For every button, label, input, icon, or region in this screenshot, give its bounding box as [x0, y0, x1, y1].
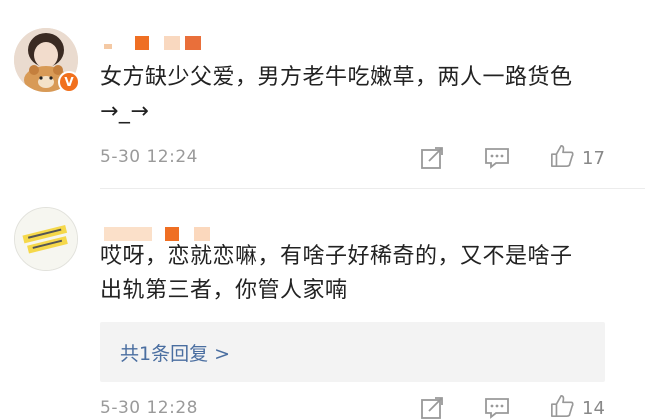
reply-thread-box[interactable]: 共1条回复 >	[100, 322, 605, 382]
user-avatar[interactable]	[14, 207, 78, 271]
username-redacted[interactable]	[104, 227, 211, 241]
like-icon[interactable]	[549, 144, 575, 168]
comment-item: V 女方缺少父爱，男方老牛吃嫩草，两人一路货色→_→ 5-30 12:24 17	[0, 0, 645, 190]
comment-timestamp: 5-30 12:28	[100, 398, 198, 418]
comment-text: 女方缺少父爱，男方老牛吃嫩草，两人一路货色→_→	[100, 65, 573, 124]
like-count: 17	[582, 148, 605, 169]
like-count: 14	[582, 398, 605, 419]
comment-item: 哎呀，恋就恋嘛，有啥子好稀奇的，又不是啥子出轨第三者，你管人家喃 共1条回复 >…	[0, 190, 645, 419]
avatar-sticker-icon	[15, 208, 77, 270]
comment-timestamp: 5-30 12:24	[100, 147, 198, 167]
username-redacted[interactable]	[104, 36, 202, 50]
view-replies-link[interactable]: 共1条回复 >	[120, 339, 230, 366]
comment-text: 哎呀，恋就恋嘛，有啥子好稀奇的，又不是啥子出轨第三者，你管人家喃	[100, 244, 573, 303]
share-icon[interactable]	[420, 146, 446, 170]
verified-badge-icon: V	[58, 71, 80, 93]
like-icon[interactable]	[549, 394, 575, 418]
comment-divider	[100, 188, 645, 189]
share-icon[interactable]	[420, 396, 446, 420]
comment-icon[interactable]	[484, 396, 510, 420]
comment-icon[interactable]	[484, 146, 510, 170]
